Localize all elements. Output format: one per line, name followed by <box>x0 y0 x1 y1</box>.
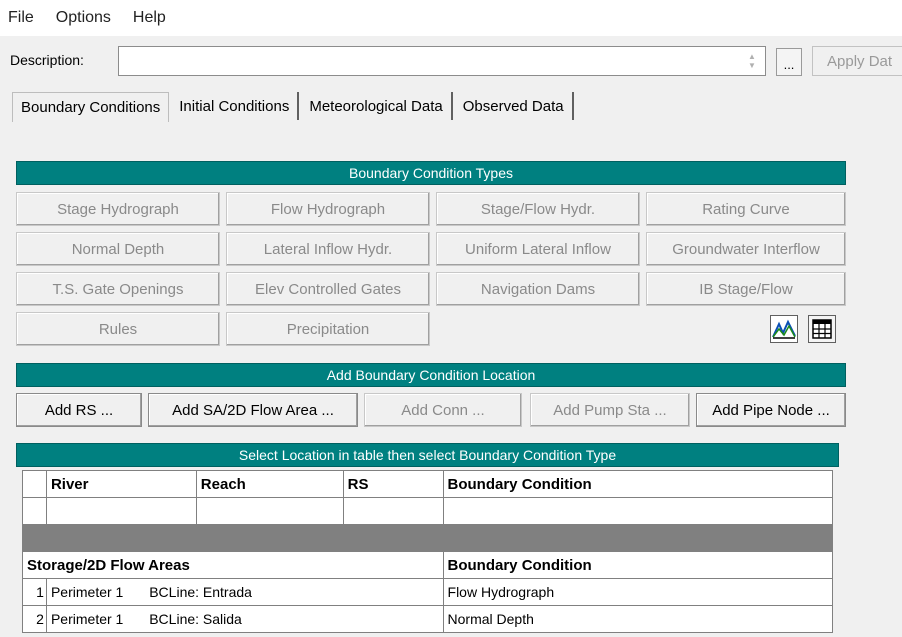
bc-types-header: Boundary Condition Types <box>16 161 846 185</box>
add-rs-button[interactable]: Add RS ... <box>16 393 142 427</box>
storage-header-row: Storage/2D Flow Areas Boundary Condition <box>22 551 834 579</box>
storage-areas-column-header: Storage/2D Flow Areas <box>22 551 444 579</box>
reach-cell[interactable] <box>195 497 344 525</box>
table-row[interactable]: 1 Perimeter 1 BCLine: Entrada Flow Hydro… <box>22 578 834 606</box>
table-icon[interactable] <box>808 315 836 343</box>
separator-band <box>22 524 833 552</box>
scroll-down-icon[interactable]: ▼ <box>748 61 756 70</box>
river-header-row: River Reach RS Boundary Condition <box>22 470 834 498</box>
lateral-inflow-hydr-button[interactable]: Lateral Inflow Hydr. <box>226 232 430 266</box>
row-selector-header <box>22 470 47 498</box>
scroll-up-icon[interactable]: ▲ <box>748 52 756 61</box>
row-number: 2 <box>22 605 47 633</box>
menu-help[interactable]: Help <box>133 9 166 27</box>
apply-data-button[interactable]: Apply Dat <box>812 46 902 76</box>
table-row[interactable]: 2 Perimeter 1 BCLine: Salida Normal Dept… <box>22 605 834 633</box>
ts-gate-openings-button[interactable]: T.S. Gate Openings <box>16 272 220 306</box>
storage-area-name: Perimeter 1 <box>50 584 124 600</box>
boundary-condition-column-header: Boundary Condition <box>442 470 834 498</box>
normal-depth-button[interactable]: Normal Depth <box>16 232 220 266</box>
add-sa-2d-flow-area-button[interactable]: Add SA/2D Flow Area ... <box>148 393 358 427</box>
precipitation-button[interactable]: Precipitation <box>226 312 430 346</box>
location-table-header: Select Location in table then select Bou… <box>16 443 839 467</box>
tab-initial-conditions[interactable]: Initial Conditions <box>171 92 300 120</box>
add-conn-button[interactable]: Add Conn ... <box>364 393 522 427</box>
boundary-condition-cell[interactable]: Flow Hydrograph <box>442 578 834 606</box>
navigation-dams-button[interactable]: Navigation Dams <box>436 272 640 306</box>
add-pump-sta-button[interactable]: Add Pump Sta ... <box>530 393 690 427</box>
tab-bar: Boundary Conditions Initial Conditions M… <box>12 92 576 122</box>
tab-meteorological-data[interactable]: Meteorological Data <box>301 92 453 120</box>
menu-bar: File Options Help <box>0 0 902 36</box>
table-row[interactable] <box>22 497 834 525</box>
stage-flow-hydr-button[interactable]: Stage/Flow Hydr. <box>436 192 640 226</box>
location-table[interactable]: River Reach RS Boundary Condition Storag… <box>22 470 834 633</box>
description-scroll-arrows[interactable]: ▲ ▼ <box>743 49 761 73</box>
table-separator <box>22 524 833 552</box>
river-cell[interactable] <box>45 497 197 525</box>
bcline-name: BCLine: Entrada <box>149 584 252 600</box>
river-column-header: River <box>45 470 197 498</box>
storage-area-name: Perimeter 1 <box>50 611 124 627</box>
flow-hydrograph-button[interactable]: Flow Hydrograph <box>226 192 430 226</box>
storage-area-cell[interactable]: Perimeter 1 BCLine: Entrada <box>45 578 444 606</box>
row-selector[interactable] <box>22 497 47 525</box>
groundwater-interflow-button[interactable]: Groundwater Interflow <box>646 232 846 266</box>
bcline-name: BCLine: Salida <box>149 611 242 627</box>
boundary-condition-cell[interactable] <box>442 497 834 525</box>
tab-observed-data[interactable]: Observed Data <box>455 92 574 120</box>
boundary-condition-cell[interactable]: Normal Depth <box>442 605 834 633</box>
ib-stage-flow-button[interactable]: IB Stage/Flow <box>646 272 846 306</box>
row-number: 1 <box>22 578 47 606</box>
menu-file[interactable]: File <box>8 9 34 27</box>
add-pipe-node-button[interactable]: Add Pipe Node ... <box>696 393 846 427</box>
description-label: Description: <box>10 52 84 68</box>
stage-hydrograph-button[interactable]: Stage Hydrograph <box>16 192 220 226</box>
uniform-lateral-inflow-button[interactable]: Uniform Lateral Inflow <box>436 232 640 266</box>
plot-icon[interactable] <box>770 315 798 343</box>
description-more-button[interactable]: ... <box>776 48 802 76</box>
storage-boundary-condition-header: Boundary Condition <box>442 551 834 579</box>
storage-area-cell[interactable]: Perimeter 1 BCLine: Salida <box>45 605 444 633</box>
tab-boundary-conditions[interactable]: Boundary Conditions <box>12 92 170 122</box>
rating-curve-button[interactable]: Rating Curve <box>646 192 846 226</box>
reach-column-header: Reach <box>195 470 344 498</box>
menu-options[interactable]: Options <box>56 9 111 27</box>
add-location-header: Add Boundary Condition Location <box>16 363 846 387</box>
rs-cell[interactable] <box>342 497 444 525</box>
elev-controlled-gates-button[interactable]: Elev Controlled Gates <box>226 272 430 306</box>
description-input[interactable] <box>118 46 766 76</box>
rules-button[interactable]: Rules <box>16 312 220 346</box>
rs-column-header: RS <box>342 470 444 498</box>
